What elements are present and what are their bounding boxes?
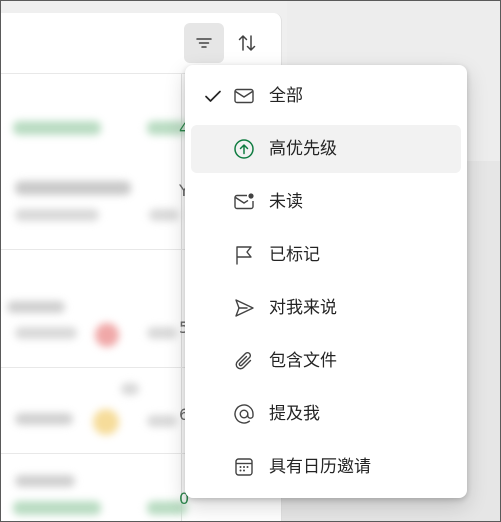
- filter-icon: [194, 33, 214, 53]
- filter-option-label: 未读: [269, 192, 303, 212]
- filter-menu: 全部 高优先级 未读 已标记 对我来说 包含文件 提及我 具有日历邀请: [185, 65, 467, 498]
- mail-icon: [233, 85, 255, 107]
- filter-option-label: 高优先级: [269, 139, 337, 159]
- mention-icon: [233, 403, 255, 425]
- calendar-icon: [233, 456, 255, 478]
- filter-option-flagged[interactable]: 已标记: [191, 231, 461, 279]
- filter-option-all[interactable]: 全部: [191, 72, 461, 120]
- filter-option-label: 全部: [269, 86, 303, 106]
- filter-option-has-files[interactable]: 包含文件: [191, 337, 461, 385]
- sort-button[interactable]: [227, 23, 267, 63]
- list-column-divider: [181, 73, 182, 521]
- filter-option-label: 对我来说: [269, 298, 337, 318]
- filter-option-label: 提及我: [269, 404, 320, 424]
- filter-option-mentions-me[interactable]: 提及我: [191, 390, 461, 438]
- sort-arrows-icon: [236, 32, 258, 54]
- mail-unread-icon: [233, 191, 255, 213]
- flag-icon: [233, 244, 255, 266]
- filter-option-label: 具有日历邀请: [269, 457, 371, 477]
- checkmark-icon: [203, 86, 223, 106]
- filter-button[interactable]: [184, 23, 224, 63]
- attach-icon: [233, 350, 255, 372]
- filter-option-to-me[interactable]: 对我来说: [191, 284, 461, 332]
- filter-option-label: 包含文件: [269, 351, 337, 371]
- filter-option-calendar-invite[interactable]: 具有日历邀请: [191, 443, 461, 491]
- filter-option-high-priority[interactable]: 高优先级: [191, 125, 461, 173]
- filter-option-unread[interactable]: 未读: [191, 178, 461, 226]
- send-icon: [233, 297, 255, 319]
- filter-option-label: 已标记: [269, 245, 320, 265]
- app-window: Y 5 6 0 4 全部: [0, 0, 501, 522]
- arrow-up-circle-icon: [233, 138, 255, 160]
